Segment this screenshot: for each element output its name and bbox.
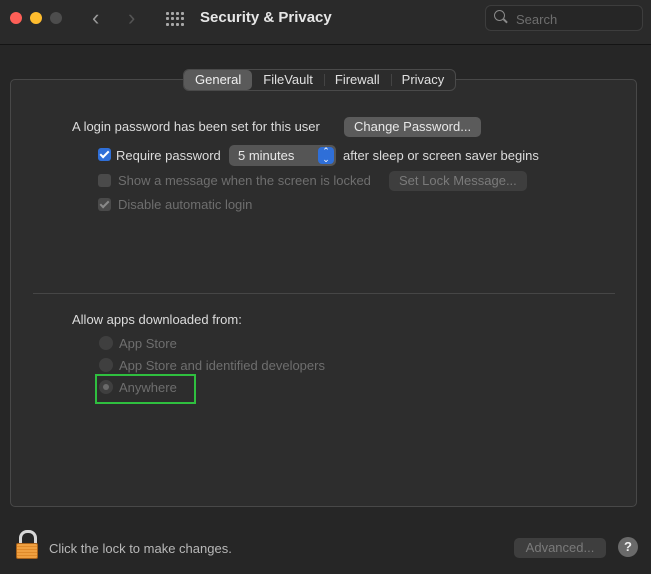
- search-field[interactable]: [485, 5, 643, 31]
- show-all-grid-icon[interactable]: [166, 12, 186, 26]
- after-sleep-text: after sleep or screen saver begins: [343, 148, 539, 163]
- lock-icon[interactable]: [15, 530, 39, 559]
- require-password-delay-select[interactable]: 5 minutes ⌃ ⌄: [229, 145, 336, 166]
- minimize-button[interactable]: [30, 12, 42, 24]
- forward-chevron-icon[interactable]: ›: [128, 7, 135, 29]
- window-title: Security & Privacy: [200, 9, 332, 26]
- tab-general[interactable]: General: [184, 70, 253, 90]
- anywhere-highlight-box: [95, 374, 196, 404]
- radio-app-store-identified[interactable]: [99, 358, 113, 372]
- close-button[interactable]: [10, 12, 22, 24]
- tab-privacy[interactable]: Privacy: [390, 70, 456, 90]
- search-icon: [494, 10, 505, 21]
- title-bar: ‹ › Security & Privacy: [0, 0, 651, 45]
- require-password-label: Require password: [116, 148, 221, 163]
- tab-firewall[interactable]: Firewall: [323, 70, 391, 90]
- advanced-button[interactable]: Advanced...: [514, 538, 606, 558]
- section-divider: [33, 293, 615, 294]
- radio-app-store-identified-label: App Store and identified developers: [119, 358, 325, 373]
- allow-apps-heading: Allow apps downloaded from:: [72, 312, 242, 327]
- show-message-checkbox[interactable]: [98, 174, 111, 187]
- help-button[interactable]: ?: [618, 537, 638, 557]
- tab-filevault[interactable]: FileVault: [252, 70, 324, 90]
- back-chevron-icon[interactable]: ‹: [92, 7, 99, 29]
- zoom-button[interactable]: [50, 12, 62, 24]
- disable-auto-login-checkbox[interactable]: [98, 198, 111, 211]
- chevron-up-down-icon: ⌃ ⌄: [318, 147, 334, 164]
- change-password-button[interactable]: Change Password...: [344, 117, 482, 137]
- require-password-checkbox[interactable]: [98, 148, 111, 161]
- disable-auto-login-label: Disable automatic login: [118, 197, 253, 212]
- login-password-text: A login password has been set for this u…: [72, 119, 320, 134]
- tab-bar: General FileVault Firewall Privacy: [183, 69, 457, 91]
- radio-app-store-label: App Store: [119, 336, 177, 351]
- search-input[interactable]: [514, 9, 638, 29]
- set-lock-message-button[interactable]: Set Lock Message...: [389, 171, 527, 191]
- require-password-delay-value: 5 minutes: [238, 148, 295, 163]
- lock-status-text: Click the lock to make changes.: [49, 541, 232, 556]
- show-message-label: Show a message when the screen is locked: [118, 173, 371, 188]
- radio-app-store[interactable]: [99, 336, 113, 350]
